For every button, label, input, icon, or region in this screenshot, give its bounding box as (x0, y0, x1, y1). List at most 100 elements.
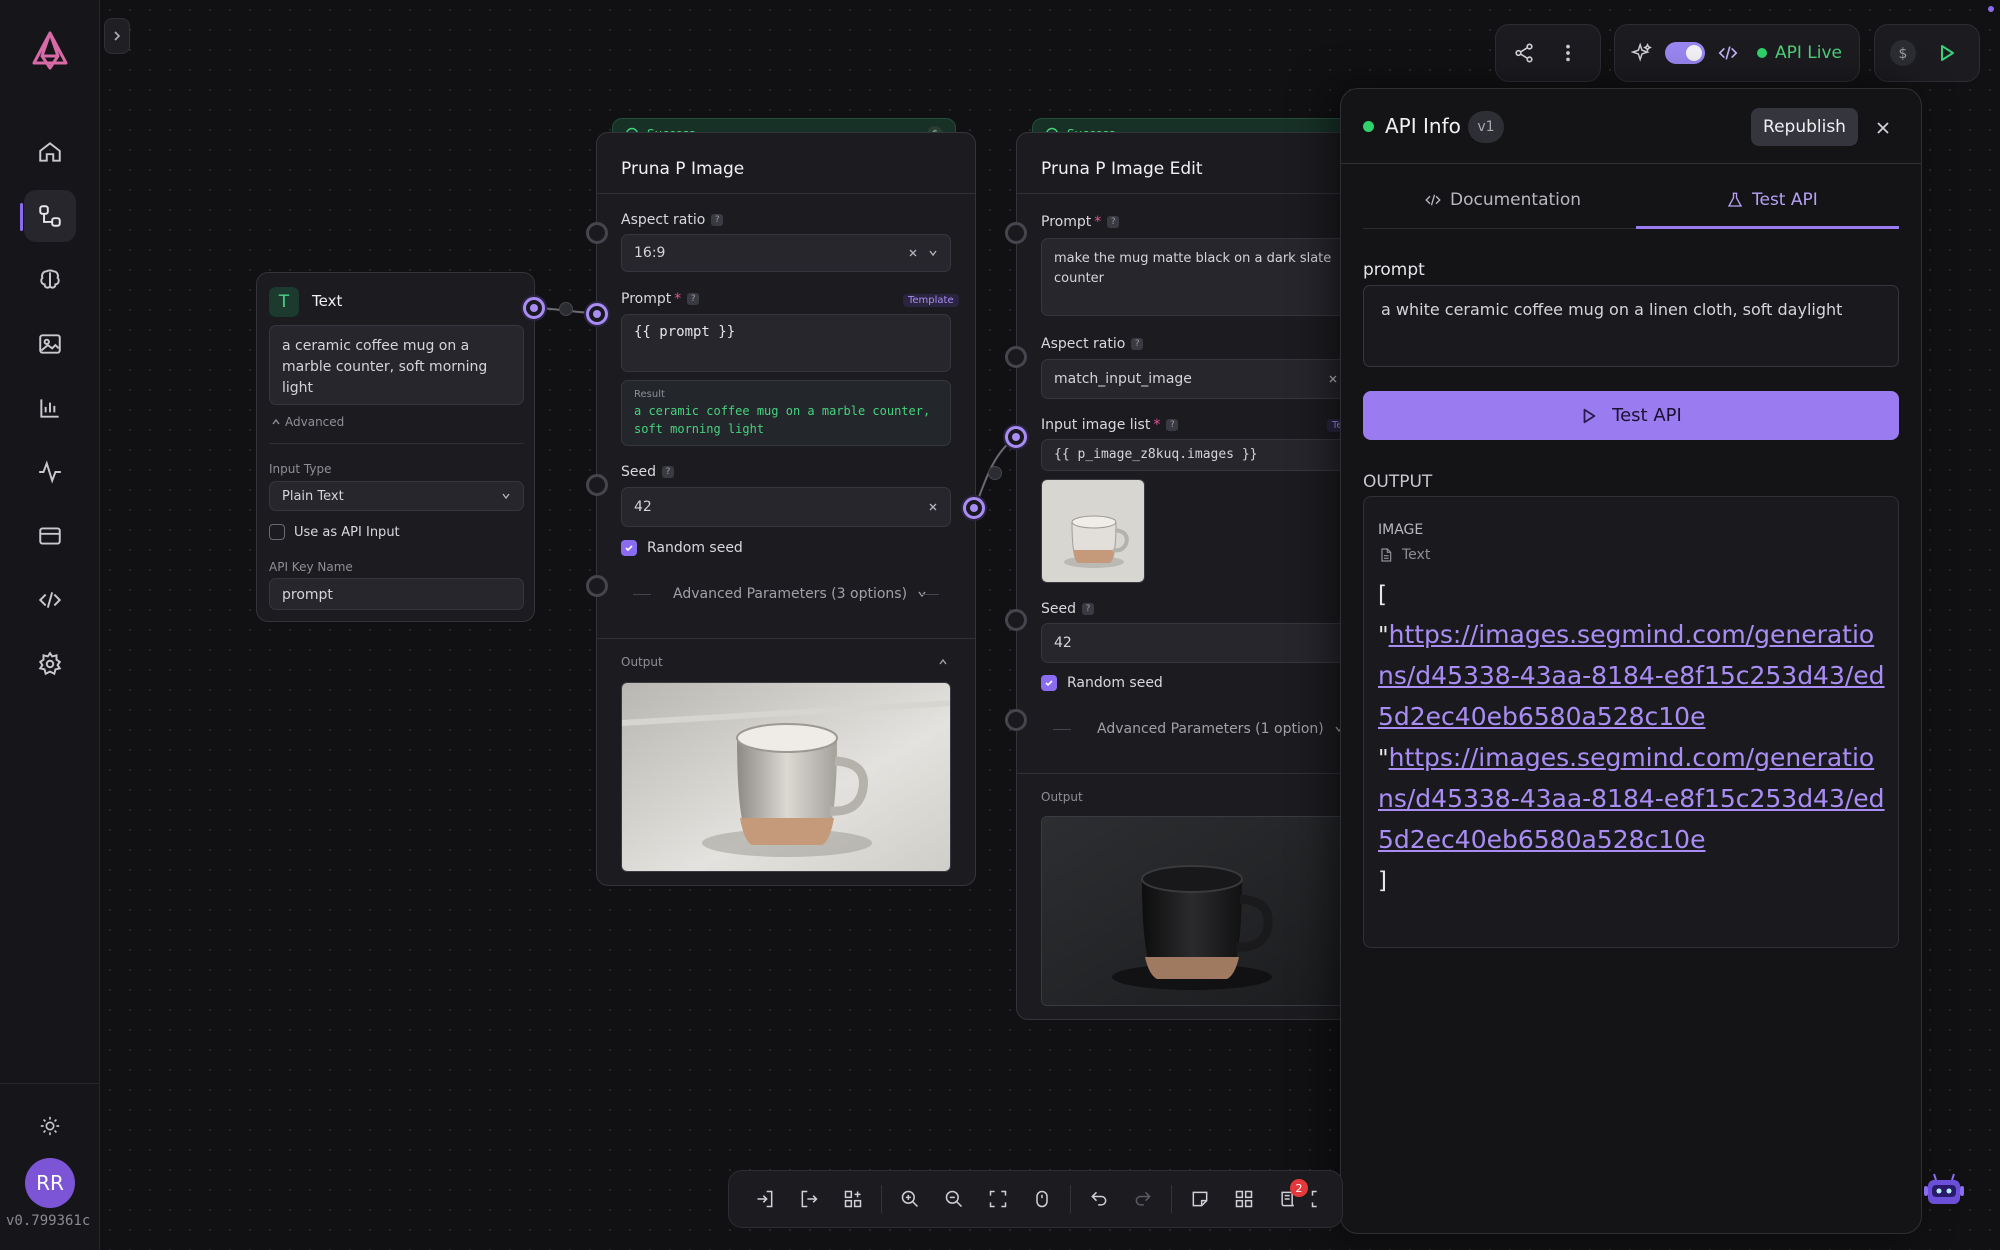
note-button[interactable] (1178, 1177, 1222, 1221)
dollar-icon: $ (1890, 40, 1916, 66)
pruna-image-node[interactable]: Pruna P Image Aspect ratio? 16:9 Prompt *… (596, 132, 976, 886)
redo-button[interactable] (1121, 1177, 1165, 1221)
api-live-status[interactable]: API Live (1757, 43, 1842, 63)
help-icon[interactable]: ? (1082, 603, 1094, 615)
seed-input[interactable]: 42 (1041, 623, 1351, 663)
aspect-ratio-select[interactable]: match_input_image (1041, 359, 1351, 399)
aspect-ratio-port[interactable] (1005, 346, 1027, 368)
tab-test-api[interactable]: Test API (1726, 190, 1818, 210)
text-output-port[interactable] (523, 297, 545, 319)
help-icon[interactable]: ? (1166, 419, 1179, 431)
result-label: Result (634, 389, 665, 400)
export-button[interactable] (787, 1177, 831, 1221)
seed-input[interactable]: 42 (621, 487, 951, 527)
advanced-toggle[interactable]: Advanced (271, 415, 344, 429)
input-image-thumbnail[interactable] (1041, 479, 1145, 583)
expand-sidebar-button[interactable] (104, 18, 130, 54)
random-seed-checkbox[interactable]: Random seed (1041, 675, 1163, 691)
sidebar-item-analytics[interactable] (24, 382, 76, 434)
sidebar-item-activity[interactable] (24, 446, 76, 498)
prompt-input[interactable]: {{ prompt }} (621, 314, 951, 372)
close-panel-button[interactable] (1871, 116, 1895, 140)
sidebar-item-billing[interactable] (24, 510, 76, 562)
input-type-select[interactable]: Plain Text (269, 481, 524, 511)
zoom-out-button[interactable] (932, 1177, 976, 1221)
connection-handle[interactable] (559, 302, 573, 316)
output-url-link[interactable]: https://images.segmind.com/generations/d… (1378, 620, 1885, 731)
help-icon[interactable]: ? (687, 293, 700, 305)
app-logo-icon[interactable] (28, 28, 72, 72)
test-prompt-input[interactable]: a white ceramic coffee mug on a linen cl… (1363, 285, 1899, 367)
clear-icon[interactable] (1328, 374, 1338, 384)
test-api-button[interactable]: Test API (1363, 391, 1899, 440)
prompt-port[interactable] (1005, 222, 1027, 244)
output-image[interactable] (621, 682, 951, 872)
image-output-port[interactable] (963, 497, 985, 519)
chatbot-launcher[interactable] (1922, 1170, 1972, 1212)
run-workflow-button[interactable] (1925, 31, 1969, 75)
output-url-link[interactable]: https://images.segmind.com/generations/d… (1378, 743, 1885, 854)
logs-button[interactable]: 2 (1266, 1177, 1310, 1221)
avatar[interactable]: RR (25, 1158, 75, 1208)
advanced-port[interactable] (1005, 709, 1027, 731)
help-icon[interactable]: ? (1107, 216, 1120, 228)
zoom-in-button[interactable] (888, 1177, 932, 1221)
help-icon[interactable]: ? (1131, 338, 1144, 350)
scroll-mode-button[interactable] (1020, 1177, 1064, 1221)
credits-button[interactable]: $ (1881, 31, 1925, 75)
redo-icon (1135, 1191, 1151, 1206)
use-as-api-checkbox[interactable]: Use as API Input (269, 524, 400, 540)
help-icon[interactable]: ? (711, 214, 724, 226)
seed-port[interactable] (1005, 609, 1027, 631)
layout-grid-button[interactable] (1222, 1177, 1266, 1221)
tab-documentation[interactable]: Documentation (1424, 190, 1581, 210)
ai-assist-button[interactable] (1625, 31, 1659, 75)
chevron-down-icon[interactable] (928, 248, 938, 258)
login-icon (757, 1190, 773, 1208)
output-image[interactable] (1041, 816, 1351, 1006)
undo-button[interactable] (1077, 1177, 1121, 1221)
output-heading: OUTPUT (1363, 472, 1433, 492)
advanced-parameters-toggle[interactable]: Advanced Parameters (3 options) (673, 586, 927, 602)
input-image-list-port[interactable] (1005, 426, 1027, 448)
chevron-up-icon[interactable] (938, 657, 948, 667)
seed-port[interactable] (586, 474, 608, 496)
api-mode-toggle[interactable] (1665, 42, 1705, 64)
connection-handle[interactable] (988, 466, 1002, 480)
text-node[interactable]: T Text a ceramic coffee mug on a marble … (256, 272, 535, 622)
add-node-button[interactable] (831, 1177, 875, 1221)
fit-view-button[interactable] (976, 1177, 1020, 1221)
help-icon[interactable]: ? (662, 466, 674, 478)
clear-icon[interactable] (908, 248, 918, 258)
theme-toggle-button[interactable] (24, 1100, 76, 1152)
code-view-button[interactable] (1711, 31, 1745, 75)
advanced-port[interactable] (586, 575, 608, 597)
sidebar-item-api[interactable] (24, 574, 76, 626)
more-tools-button[interactable] (1310, 1177, 1332, 1221)
republish-button[interactable]: Republish (1751, 108, 1858, 146)
clear-icon[interactable] (928, 502, 938, 512)
import-button[interactable] (743, 1177, 787, 1221)
sticky-note-icon (1192, 1191, 1208, 1207)
sidebar-item-settings[interactable] (24, 638, 76, 690)
share-button[interactable] (1502, 31, 1546, 75)
aspect-ratio-select[interactable]: 16:9 (621, 234, 951, 272)
sidebar-item-workflows[interactable] (24, 190, 76, 242)
advanced-parameters-toggle[interactable]: Advanced Parameters (1 option) (1097, 721, 1344, 737)
aspect-ratio-value: match_input_image (1054, 371, 1192, 387)
text-value-input[interactable]: a ceramic coffee mug on a marble counter… (269, 325, 524, 405)
more-options-button[interactable] (1546, 31, 1590, 75)
aspect-ratio-port[interactable] (586, 222, 608, 244)
pruna-image-edit-node[interactable]: Pruna P Image Edit Prompt *? make the mug… (1016, 132, 1356, 1020)
code-icon (1425, 194, 1441, 206)
prompt-input-port[interactable] (586, 303, 608, 325)
sidebar-item-images[interactable] (24, 318, 76, 370)
sidebar-item-models[interactable] (24, 254, 76, 306)
divider (269, 443, 524, 444)
sidebar-item-home[interactable] (24, 126, 76, 178)
random-seed-checkbox[interactable]: Random seed (621, 540, 743, 556)
gear-icon (38, 651, 62, 676)
edit-prompt-input[interactable]: make the mug matte black on a dark slate… (1041, 238, 1351, 316)
api-key-input[interactable]: prompt (269, 578, 524, 610)
input-image-list-input[interactable]: {{ p_image_z8kuq.images }} (1041, 439, 1351, 471)
